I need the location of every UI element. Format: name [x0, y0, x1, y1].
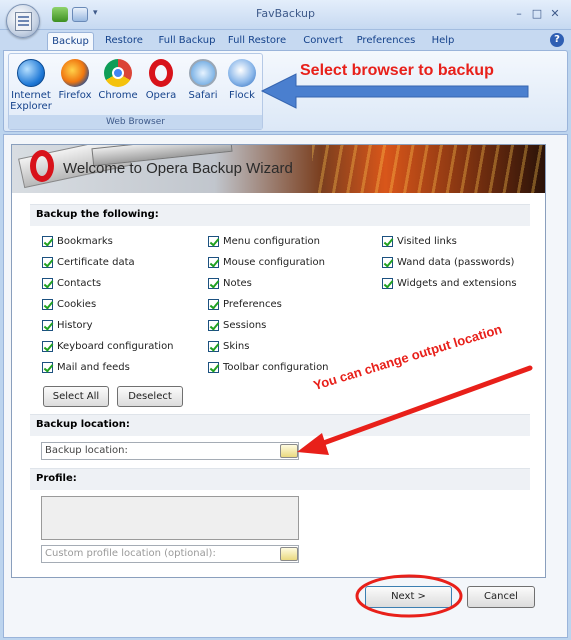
next-highlight-circle: [355, 574, 463, 618]
app-icon: [15, 12, 32, 31]
app-menu-button[interactable]: [6, 4, 40, 38]
red-arrow-icon: [297, 365, 533, 455]
blue-arrow-icon: [260, 73, 529, 109]
annotation-overlay: [260, 73, 533, 618]
